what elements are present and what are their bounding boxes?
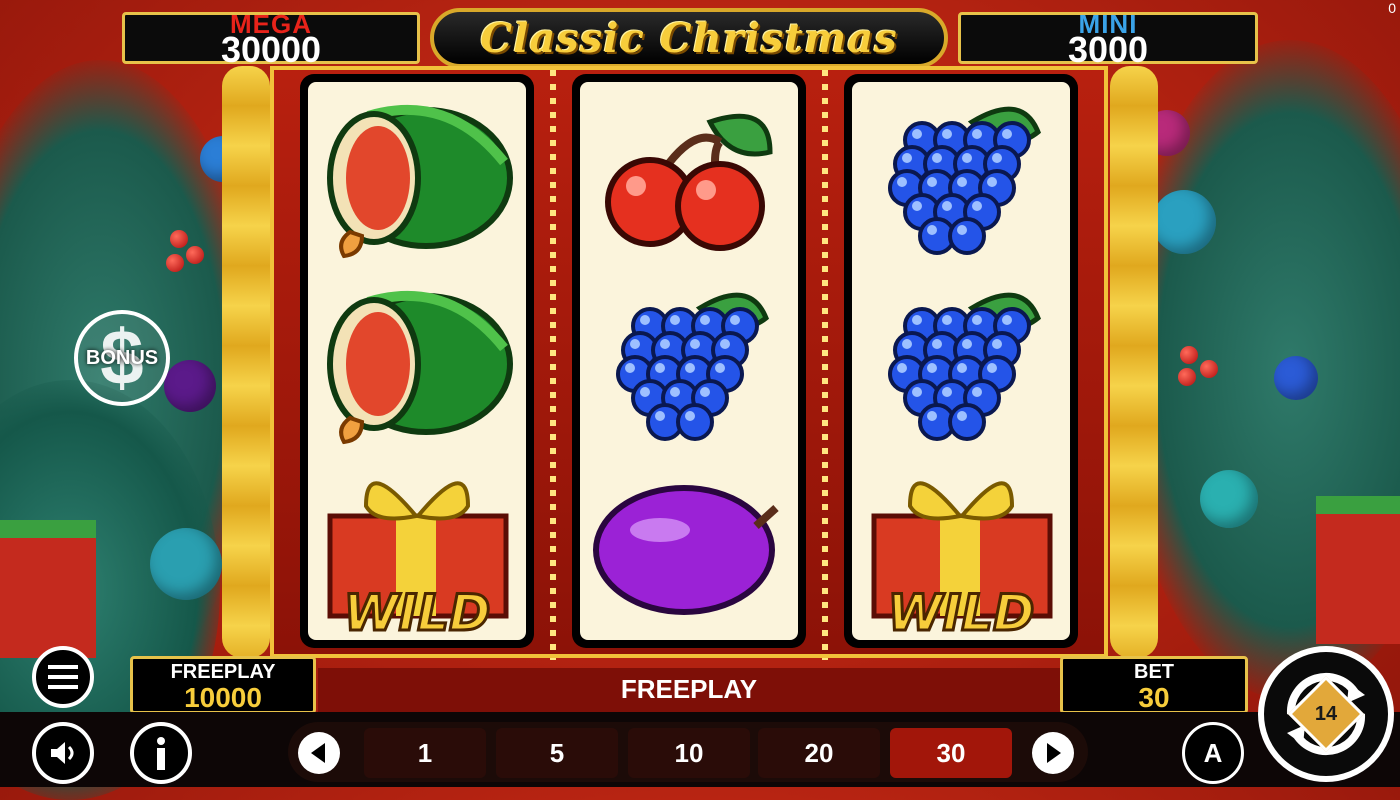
bet-panel: BET 30 (1060, 656, 1248, 714)
symbol-watermelon (308, 268, 526, 454)
status-message: FREEPLAY (620, 674, 758, 704)
reel-divider-lights (822, 70, 828, 660)
sound-button[interactable] (32, 722, 94, 784)
balance-label: FREEPLAY (170, 661, 276, 683)
bet-option-selected[interactable]: 30 (890, 728, 1012, 778)
ornament-icon (1274, 356, 1318, 400)
ornament-icon (1152, 190, 1216, 254)
wild-label: WILD (887, 584, 1034, 640)
game-title-banner: Classic Christmas (430, 8, 948, 68)
bet-option[interactable]: 20 (758, 728, 880, 778)
status-bar: FREEPLAY (318, 668, 1060, 712)
speaker-icon (51, 742, 74, 764)
symbol-grapes (852, 82, 1070, 268)
chevron-right-icon (1047, 743, 1061, 763)
bonus-button[interactable]: $ BONUS (74, 310, 170, 406)
autoplay-label: A (1203, 737, 1223, 768)
symbol-grapes (852, 268, 1070, 454)
symbol-plum (580, 454, 798, 640)
bet-next-button[interactable] (1032, 732, 1074, 774)
reel-divider-lights (550, 70, 556, 660)
left-frame-ornament (222, 66, 270, 658)
symbol-wild-gift: WILD (852, 454, 1070, 640)
autoplay-button[interactable]: A (1182, 722, 1244, 784)
ornament-icon (150, 528, 222, 600)
wild-label: WILD (343, 584, 490, 640)
mini-jackpot-value: 3000 (1067, 29, 1149, 70)
symbol-grapes (580, 268, 798, 454)
corner-indicator: 0 (1388, 0, 1396, 16)
menu-button[interactable] (32, 646, 94, 708)
right-frame-ornament (1110, 66, 1158, 658)
ornament-icon (1200, 470, 1258, 528)
mega-jackpot-value: 30000 (220, 29, 322, 70)
bet-label: BET (1134, 661, 1174, 683)
balance-value: 10000 (184, 682, 262, 713)
symbol-wild-gift: WILD (308, 454, 526, 640)
reel-2 (572, 74, 806, 648)
info-button[interactable] (130, 722, 192, 784)
bet-option[interactable]: 5 (496, 728, 618, 778)
game-title: Classic Christmas (480, 14, 898, 62)
gift-box-icon (0, 520, 96, 658)
spin-badge-label: 14 (1314, 702, 1338, 725)
chevron-left-icon (311, 743, 325, 763)
balance-panel: FREEPLAY 10000 (130, 656, 316, 714)
mega-jackpot-panel: MEGA 30000 (122, 9, 420, 70)
hamburger-menu-icon (48, 665, 78, 689)
reel-1: WILD (300, 74, 534, 648)
bet-option[interactable]: 10 (628, 728, 750, 778)
bet-prev-button[interactable] (298, 732, 340, 774)
spin-button[interactable]: 14 (1258, 646, 1394, 782)
bet-option[interactable]: 1 (364, 728, 486, 778)
bet-value: 30 (1138, 682, 1170, 713)
mini-jackpot-panel: MINI 3000 (958, 9, 1258, 70)
symbol-watermelon (308, 82, 526, 268)
gift-box-icon (1316, 496, 1400, 644)
ornament-icon (164, 360, 216, 412)
info-icon (157, 737, 165, 770)
reel-3: WILD (844, 74, 1078, 648)
symbol-cherries (580, 82, 798, 268)
bonus-label: BONUS (85, 346, 159, 369)
